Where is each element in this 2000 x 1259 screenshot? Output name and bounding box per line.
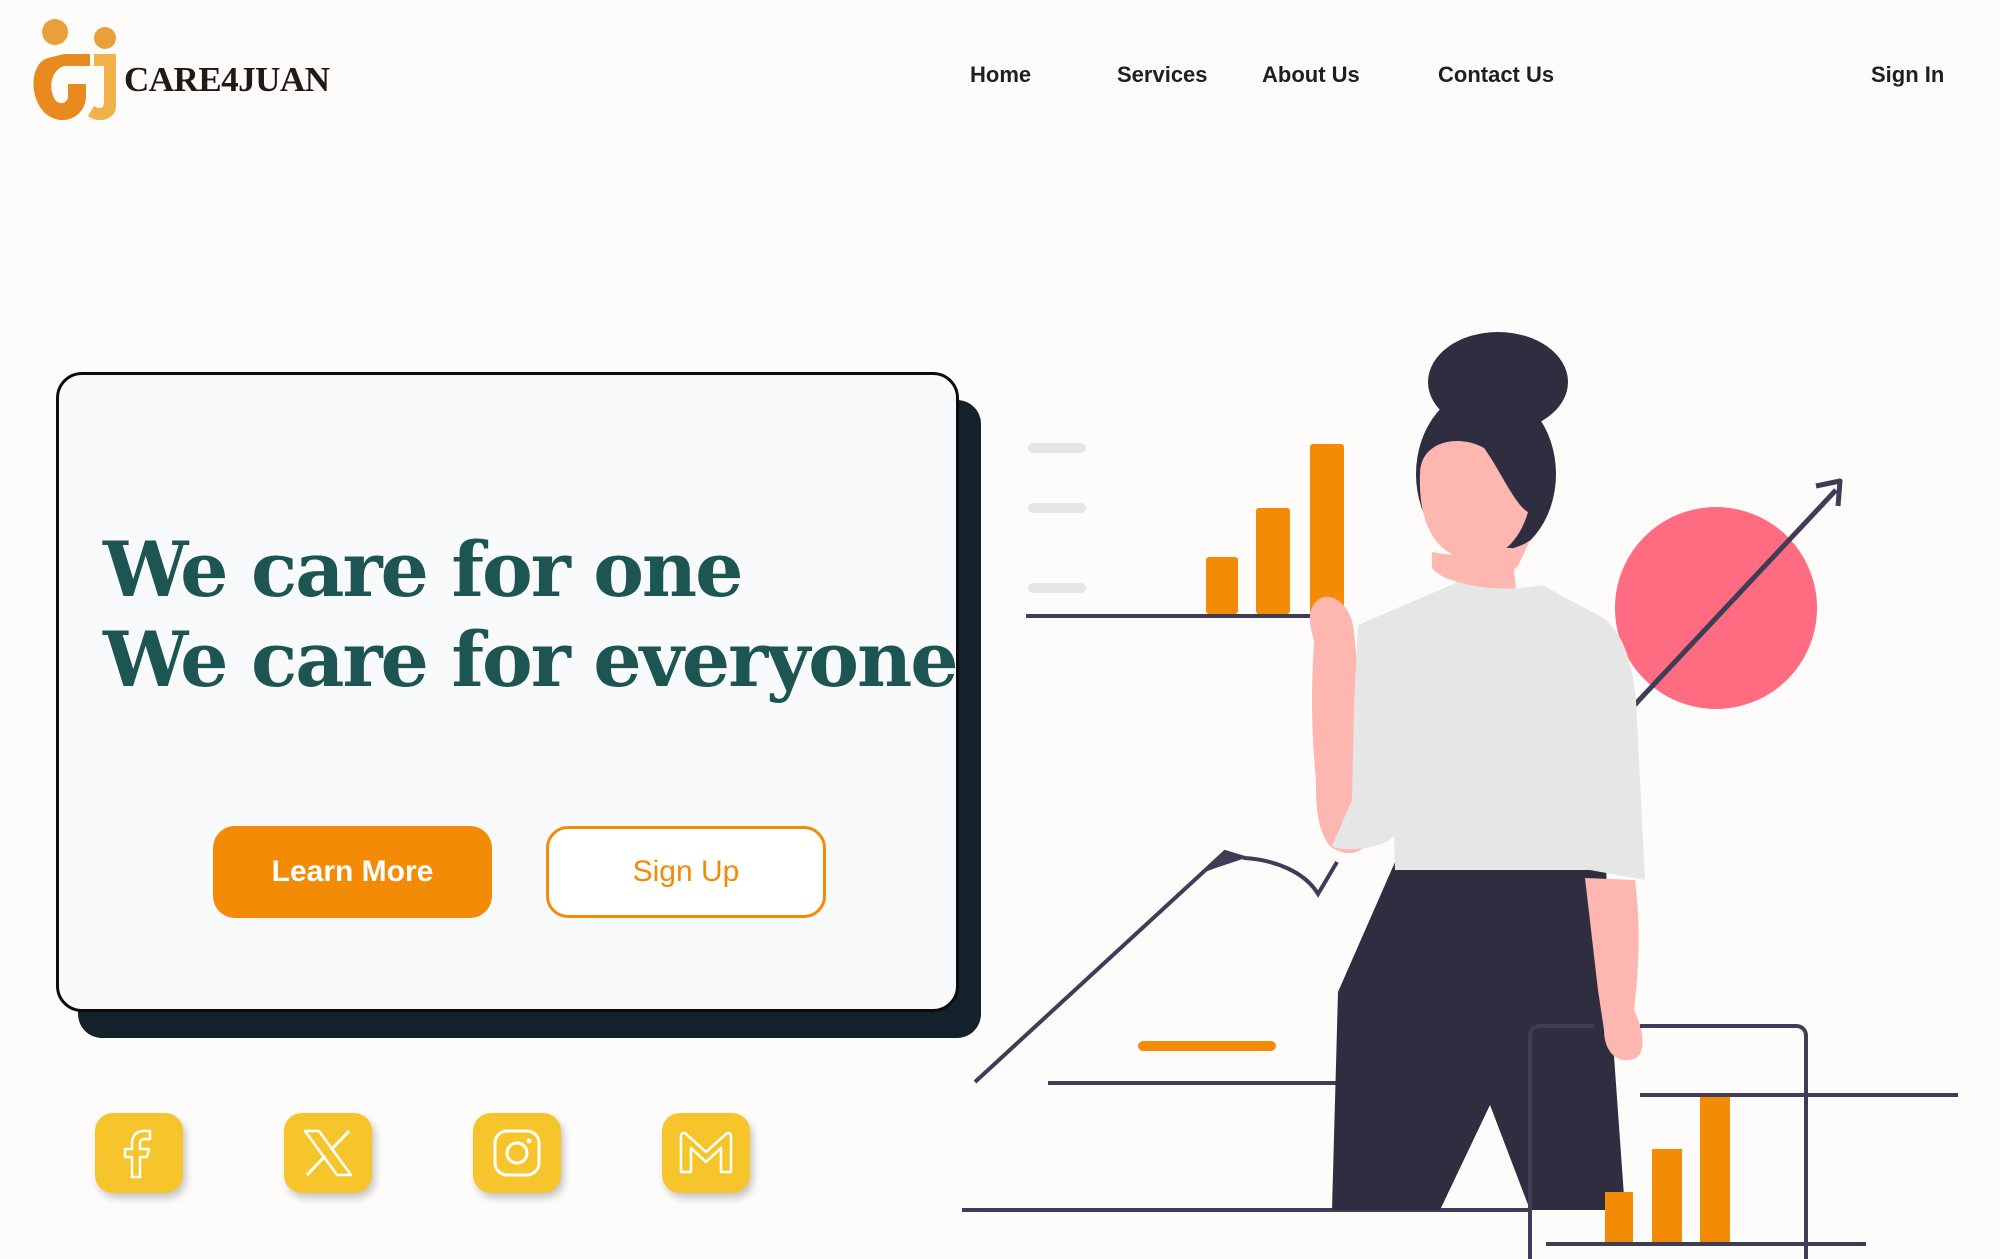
nav-contact-us[interactable]: Contact Us [1438, 62, 1554, 88]
x-icon [303, 1129, 353, 1177]
nav-home[interactable]: Home [970, 62, 1031, 88]
learn-more-button[interactable]: Learn More [213, 826, 492, 918]
lower-trend-line [973, 849, 1340, 1085]
facebook-link[interactable] [95, 1113, 183, 1193]
nav-sign-in[interactable]: Sign In [1871, 62, 1944, 88]
gmail-link[interactable] [662, 1113, 750, 1193]
brand-name: CARE4JUAN [124, 60, 330, 99]
pink-circle [1615, 507, 1817, 709]
instagram-icon [493, 1129, 541, 1177]
upper-bar-chart [1026, 444, 1344, 618]
brand-logo[interactable]: CARE4JUAN [28, 18, 338, 128]
lower-bar-chart [1528, 1024, 1958, 1259]
facebook-icon [123, 1129, 152, 1179]
woman-figure [1309, 332, 1645, 1210]
headline-line-2: We care for everyone [103, 615, 959, 704]
logo-mark-icon [33, 19, 116, 121]
headline-line-1: We care for one [103, 525, 744, 614]
nav-services[interactable]: Services [1117, 62, 1208, 88]
hero-card: We care for one We care for everyone Lea… [56, 372, 959, 1012]
trend-arrow [1626, 478, 1843, 714]
nav-about-us[interactable]: About Us [1262, 62, 1360, 88]
hero-headline: We care for one We care for everyone [103, 525, 959, 705]
x-link[interactable] [284, 1113, 372, 1193]
sign-up-button[interactable]: Sign Up [546, 826, 826, 918]
gmail-icon [679, 1131, 733, 1174]
instagram-link[interactable] [473, 1113, 561, 1193]
placeholder-lines [1028, 443, 1086, 593]
